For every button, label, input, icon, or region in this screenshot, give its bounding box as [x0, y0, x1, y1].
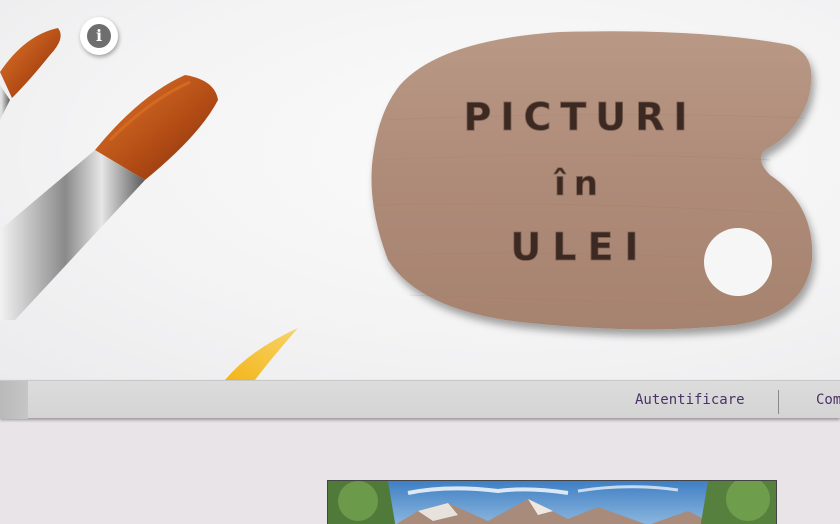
login-link[interactable]: Autentificare [635, 381, 745, 419]
nav-bar: Autentificare Com [0, 380, 840, 419]
featured-painting[interactable] [327, 480, 777, 524]
nav-link-com[interactable]: Com [816, 381, 840, 419]
logo-text: PICTURI în ULEI [463, 95, 696, 270]
header-banner: PICTURI în ULEI i [0, 0, 840, 380]
info-icon: i [87, 24, 111, 48]
landscape-painting-image [328, 481, 776, 524]
logo-line-1: PICTURI [463, 95, 696, 139]
logo-line-2: în [553, 164, 606, 204]
logo-line-3: ULEI [510, 225, 649, 269]
info-button[interactable]: i [80, 17, 118, 55]
nav-left-tab [0, 381, 28, 419]
nav-separator [778, 390, 779, 414]
